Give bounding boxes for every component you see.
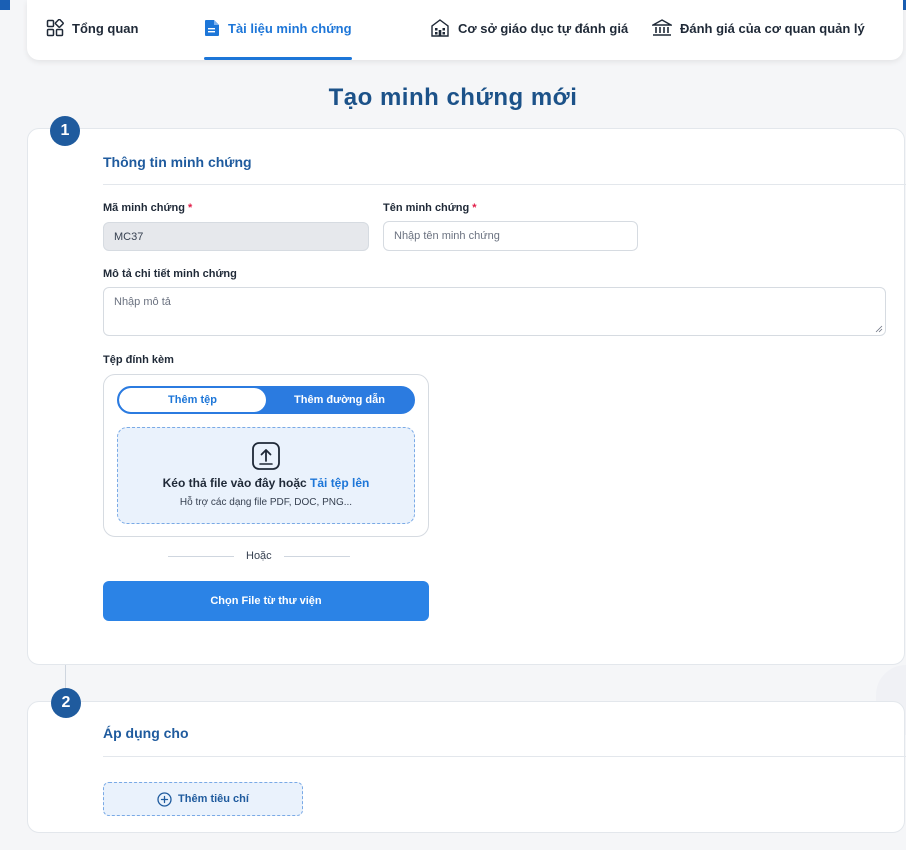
section-divider <box>103 756 906 757</box>
code-field: MC37 <box>103 222 369 251</box>
choose-from-library-button[interactable]: Chọn File từ thư viện <box>103 581 429 621</box>
tab-overview[interactable]: Tổng quan <box>46 0 138 60</box>
tab-label: Tài liệu minh chứng <box>228 20 352 36</box>
resize-handle-icon[interactable] <box>875 325 883 333</box>
institution-icon <box>652 19 672 36</box>
tab-label: Cơ sở giáo dục tự đánh giá <box>458 20 629 36</box>
top-navigation: Tổng quan Tài liệu minh chứng Cơ sở giáo… <box>27 0 903 60</box>
grid-icon <box>46 19 64 37</box>
step-badge-1: 1 <box>50 116 80 146</box>
dropzone-hint: Hỗ trợ các dạng file PDF, DOC, PNG... <box>179 497 353 508</box>
or-separator: Hoặc <box>168 550 350 562</box>
attachment-label: Tệp đính kèm <box>103 354 174 366</box>
upload-link[interactable]: Tải tệp lên <box>310 476 369 490</box>
separator-line <box>168 555 234 557</box>
tab-label: Đánh giá của cơ quan quản lý <box>680 20 865 36</box>
step-badge-2: 2 <box>51 688 81 718</box>
section-title: Áp dụng cho <box>103 725 189 741</box>
tab-school-self-assessment[interactable]: Cơ sở giáo dục tự đánh giá <box>430 0 628 60</box>
tab-evidence-documents[interactable]: Tài liệu minh chứng <box>204 0 352 60</box>
school-icon <box>431 19 449 37</box>
toggle-add-file[interactable]: Thêm tệp <box>119 388 266 412</box>
dropzone-instruction: Kéo thả file vào đây hoặc <box>162 476 307 490</box>
apply-to-card: Áp dụng cho Thêm tiêu chí <box>27 701 906 833</box>
required-mark: * <box>187 202 193 214</box>
required-mark: * <box>472 202 477 214</box>
description-textarea[interactable]: Nhập mô tả <box>103 287 886 336</box>
section-divider <box>103 184 906 185</box>
tab-authority-assessment[interactable]: Đánh giá của cơ quan quản lý <box>652 0 865 60</box>
add-criteria-label: Thêm tiêu chí <box>178 793 249 805</box>
dropzone-text: Kéo thả file vào đây hoặc Tải tệp lên <box>118 476 414 490</box>
or-text: Hoặc <box>246 550 272 562</box>
code-label: Mã minh chứng * <box>103 202 192 214</box>
name-input[interactable]: Nhập tên minh chứng <box>383 221 638 251</box>
description-placeholder: Nhập mô tả <box>114 296 171 308</box>
name-label-text: Tên minh chứng <box>383 202 470 214</box>
toggle-add-link[interactable]: Thêm đường dẫn <box>266 388 413 412</box>
plus-circle-icon <box>157 791 172 807</box>
add-criteria-button[interactable]: Thêm tiêu chí <box>103 782 303 816</box>
evidence-info-card: Thông tin minh chứng Mã minh chứng * MC3… <box>27 128 906 665</box>
section-title: Thông tin minh chứng <box>103 154 252 170</box>
attachment-mode-toggle: Thêm tệp Thêm đường dẫn <box>117 386 415 414</box>
description-label: Mô tả chi tiết minh chứng <box>103 268 237 280</box>
document-icon <box>205 20 219 36</box>
tab-label: Tổng quan <box>72 20 139 36</box>
separator-line <box>283 555 350 557</box>
file-dropzone[interactable]: Kéo thả file vào đây hoặc Tải tệp lên Hỗ… <box>117 427 415 524</box>
code-label-text: Mã minh chứng <box>103 202 185 214</box>
attachment-panel: Thêm tệp Thêm đường dẫn Kéo thả file vào… <box>103 374 429 537</box>
name-label: Tên minh chứng * <box>383 202 477 214</box>
corner-accent-left <box>0 0 10 10</box>
page-title: Tạo minh chứng mới <box>328 84 578 111</box>
upload-icon <box>252 442 280 470</box>
